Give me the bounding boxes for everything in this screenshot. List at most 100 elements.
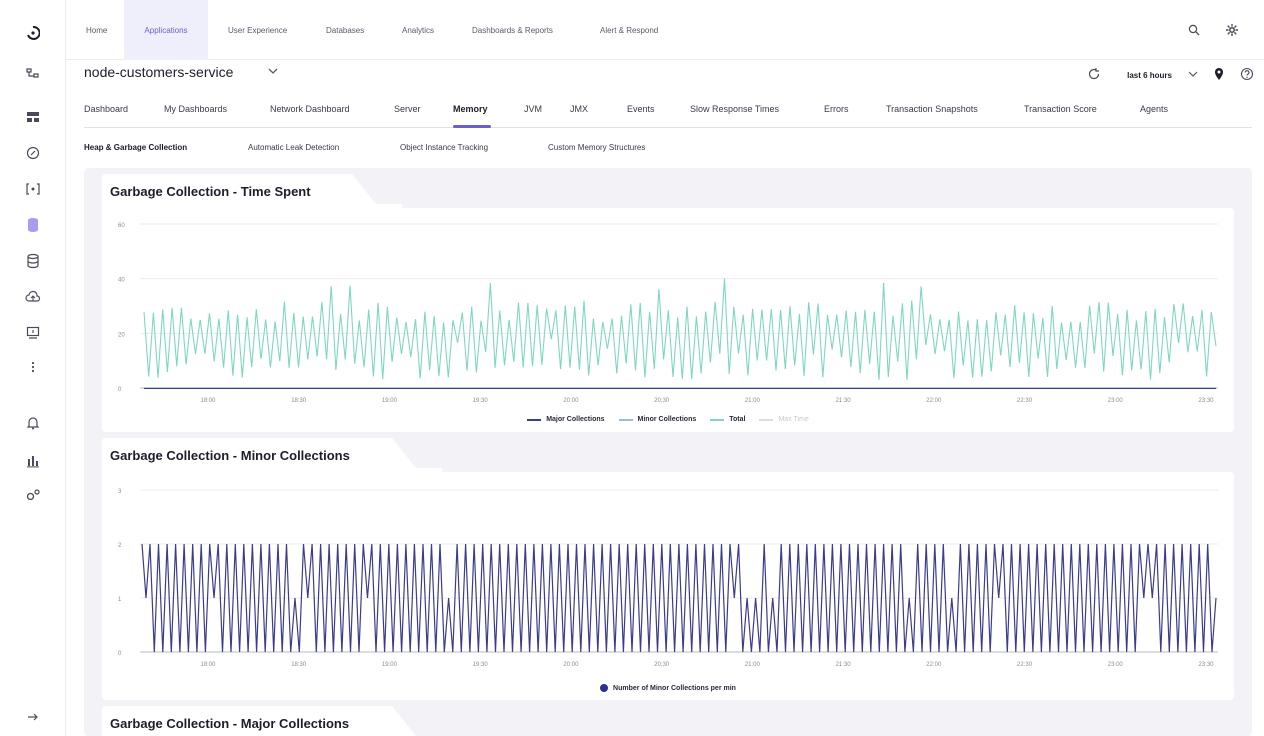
x-tick-label: 19:00 [382,398,398,404]
x-tick-label: 21:30 [836,662,852,668]
subtab-object-tracking[interactable]: Object Instance Tracking [400,143,488,152]
subtab-heap-gc[interactable]: Heap & Garbage Collection [84,143,187,152]
gc-time-spent-card: 0 20 40 60 18:00 18:30 19:00 19:30 20:00 20:30 21:… [102,208,1234,432]
x-tick-label: 23:00 [1108,398,1124,404]
nav-user-experience[interactable]: User Experience [218,0,297,60]
service-name[interactable]: node-customers-service [84,64,233,80]
x-tick-label: 23:30 [1198,398,1214,404]
app-root: Home Applications User Experience Databa… [0,0,1264,736]
y-tick-label: 0 [118,387,122,393]
legend-minor-label: Minor Collections [637,416,697,423]
tab-events[interactable]: Events [627,104,655,114]
legend-total-label: Total [729,416,746,423]
y-tick-label: 0 [118,651,122,657]
tab-errors[interactable]: Errors [824,104,849,114]
x-tick-label: 21:00 [745,398,761,404]
tab-memory[interactable]: Memory [453,104,488,114]
y-tick-label: 40 [118,278,125,284]
tab-agents[interactable]: Agents [1140,104,1168,114]
gc-time-spent-chart[interactable]: 0 20 40 60 18:00 18:30 19:00 19:30 20:00 20:30 21:… [102,208,1234,408]
x-tick-label: 18:00 [200,398,216,404]
charts-content: Garbage Collection - Time Spent 0 20 40 60 1… [84,168,1252,736]
x-tick-label: 20:00 [563,398,579,404]
app-logo-icon[interactable] [22,22,44,44]
tab-dashboard[interactable]: Dashboard [84,104,128,114]
service-toolbar: last 6 hours [1087,62,1254,88]
x-tick-label: 20:00 [563,662,579,668]
y-tick-label: 20 [118,332,125,338]
legend-max-time[interactable]: Max Time [759,416,809,423]
tab-server[interactable]: Server [394,104,421,114]
tab-transaction-snapshots[interactable]: Transaction Snapshots [886,104,978,114]
y-tick-label: 2 [118,543,122,549]
x-tick-label: 22:00 [926,662,942,668]
arrow-right-icon[interactable] [22,706,44,728]
subtab-leak-detection[interactable]: Automatic Leak Detection [248,143,339,152]
time-range-chevron-icon[interactable] [1188,70,1198,80]
nav-home[interactable]: Home [76,0,117,60]
dashboard-icon[interactable] [22,106,44,128]
nav-applications[interactable]: Applications [124,0,208,60]
service-header: node-customers-service last 6 hours [84,62,1254,88]
nav-dashboards-reports[interactable]: Dashboards & Reports [462,0,563,60]
subtab-custom-memory[interactable]: Custom Memory Structures [548,143,645,152]
tab-network-dashboard[interactable]: Network Dashboard [270,104,350,114]
gear-icon[interactable] [1224,22,1240,38]
legend-total[interactable]: Total [710,416,745,423]
gc-minor-card: 0 1 2 3 18:00 18:30 19:00 19:30 20:00 20:30 21:00 2… [102,472,1234,700]
x-tick-label: 23:00 [1108,662,1124,668]
legend-major-label: Major Collections [546,416,605,423]
legend-max-time-label: Max Time [778,416,809,423]
x-tick-label: 20:30 [654,662,670,668]
x-tick-label: 21:00 [745,662,761,668]
legend-minor-per-min-label: Number of Minor Collections per min [613,684,736,692]
x-tick-label: 19:30 [473,662,489,668]
y-tick-label: 1 [118,597,122,603]
nav-alert-respond[interactable]: Alert & Respond [590,0,668,60]
legend-minor[interactable]: Minor Collections [618,416,697,423]
panel-title: Garbage Collection - Minor Collections [110,447,350,463]
topology-icon[interactable] [22,62,44,84]
time-range-select[interactable]: last 6 hours [1117,71,1172,80]
x-tick-label: 18:30 [291,398,307,404]
bar-chart-icon[interactable] [22,450,44,472]
gc-time-spent-panel: Garbage Collection - Time Spent 0 20 40 60 1… [102,174,1234,432]
tab-slow-response-times[interactable]: Slow Response Times [690,104,779,114]
active-tab-underline [453,125,491,128]
monitor-icon[interactable] [22,322,44,344]
cloud-icon[interactable] [22,286,44,308]
alert-bell-icon[interactable] [22,412,44,434]
database-active-icon[interactable] [22,214,44,236]
tab-jmx[interactable]: JMX [570,104,588,114]
nav-databases[interactable]: Databases [316,0,374,60]
refresh-icon[interactable] [1087,67,1101,83]
settings-gears-icon[interactable] [22,484,44,506]
panel-title: Garbage Collection - Time Spent [110,183,311,199]
x-tick-label: 21:30 [836,398,852,404]
storage-icon[interactable] [22,250,44,272]
x-tick-label: 23:30 [1198,662,1214,668]
x-tick-label: 19:00 [382,662,398,668]
left-rail [0,0,66,736]
search-icon[interactable] [1186,22,1202,38]
tab-transaction-score[interactable]: Transaction Score [1024,104,1097,114]
x-tick-label: 18:30 [291,662,307,668]
help-icon[interactable] [1240,67,1254,83]
legend-major[interactable]: Major Collections [527,416,605,423]
location-pin-icon[interactable] [1214,67,1224,83]
gc-minor-chart[interactable]: 0 1 2 3 18:00 18:30 19:00 19:30 20:00 20:30 21:00 2… [102,472,1234,676]
chevron-down-icon[interactable] [268,64,278,78]
y-tick-label: 3 [118,489,122,495]
tab-my-dashboards[interactable]: My Dashboards [164,104,227,114]
gauge-icon[interactable] [22,142,44,164]
memory-tabs: Dashboard My Dashboards Network Dashboar… [84,96,1252,128]
legend-minor-per-min[interactable]: Number of Minor Collections per min [600,684,736,692]
gc-minor-legend: Number of Minor Collections per min [102,684,1234,692]
bracket-icon[interactable] [22,178,44,200]
x-tick-label: 19:30 [473,398,489,404]
more-vertical-icon[interactable] [22,356,44,378]
nav-analytics[interactable]: Analytics [392,0,444,60]
panel-title: Garbage Collection - Major Collections [110,715,350,731]
tab-jvm[interactable]: JVM [524,104,542,114]
gc-minor-panel: Garbage Collection - Minor Collections 0… [102,438,1234,700]
